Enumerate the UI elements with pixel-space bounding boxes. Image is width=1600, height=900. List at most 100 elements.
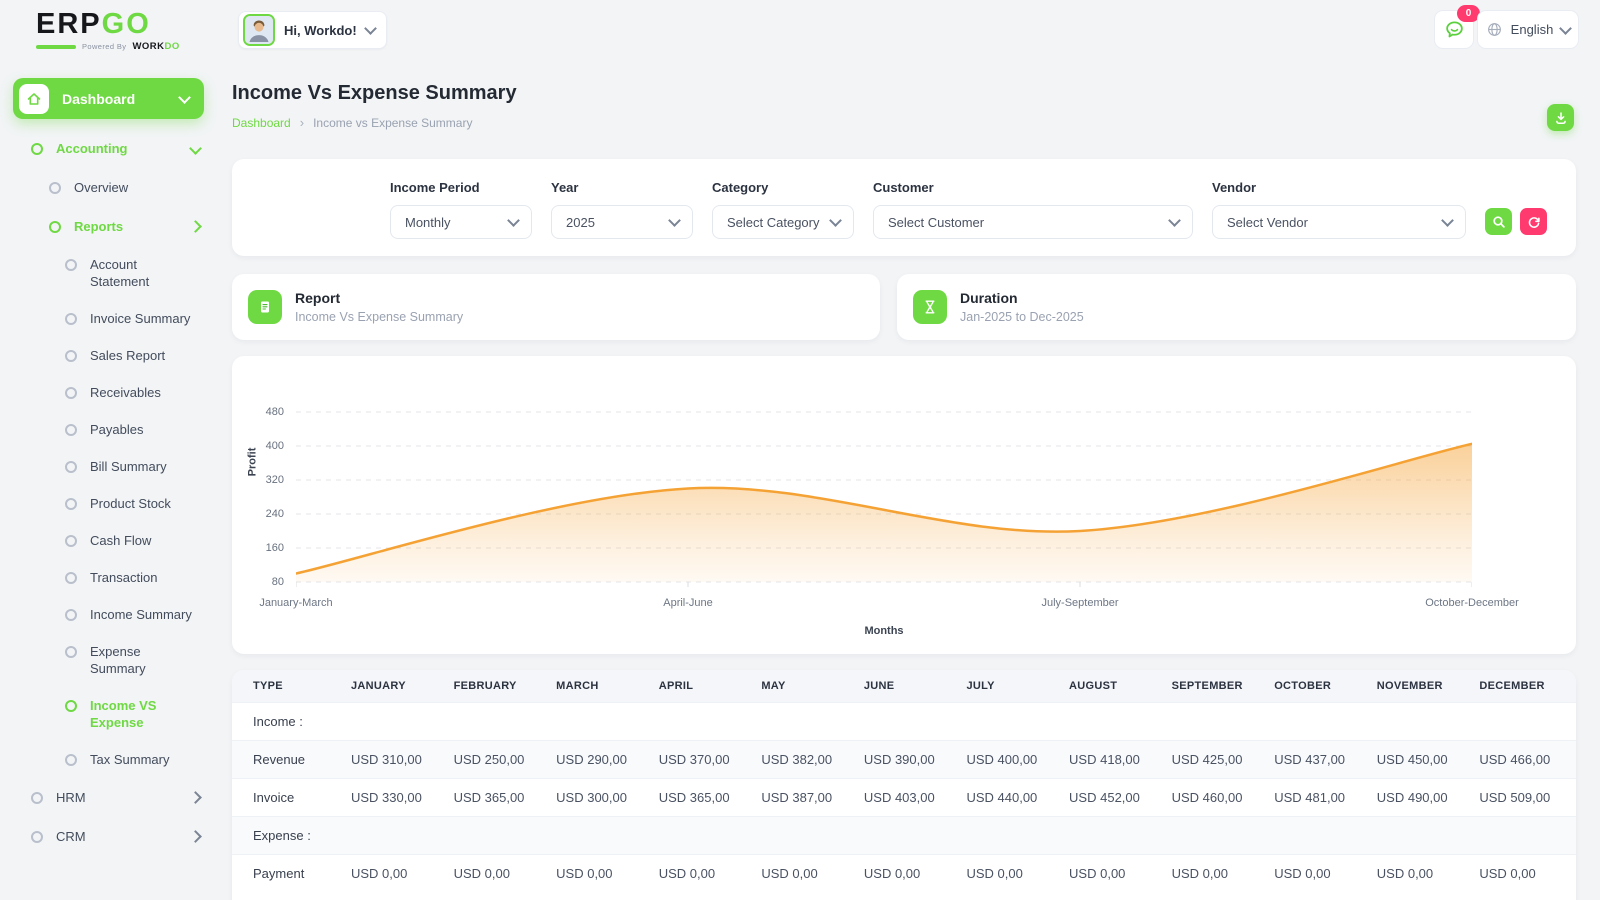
user-menu[interactable]: Hi, Workdo! — [238, 11, 387, 49]
value-cell — [345, 817, 448, 855]
sidebar-item-label: Cash Flow — [90, 532, 151, 549]
customer-select[interactable]: Select Customer — [873, 205, 1193, 239]
table-row-revenue: RevenueUSD 310,00USD 250,00USD 290,00USD… — [232, 741, 1576, 779]
sidebar-item-cash-flow[interactable]: Cash Flow — [0, 522, 220, 559]
sidebar-item-invoice-summary[interactable]: Invoice Summary — [0, 300, 220, 337]
value-cell: USD 403,00 — [858, 779, 961, 817]
bullet-icon — [49, 221, 61, 233]
select-value: Select Vendor — [1227, 215, 1308, 230]
filter-group-year: Year 2025 — [551, 180, 693, 239]
select-value: Monthly — [405, 215, 451, 230]
value-cell: USD 387,00 — [755, 779, 858, 817]
greeting-text: Hi, Workdo! — [284, 23, 357, 38]
workdo-wordmark: WORKDO — [132, 41, 179, 52]
sidebar-item-dashboard[interactable]: Dashboard — [13, 78, 204, 119]
filter-panel: Income Period Monthly Year 2025 Category Sele… — [232, 159, 1576, 256]
value-cell: USD 365,00 — [653, 779, 756, 817]
report-card-subtitle: Income Vs Expense Summary — [295, 310, 463, 324]
page-title: Income Vs Expense Summary — [232, 82, 1576, 105]
column-header-december: DECEMBER — [1473, 670, 1576, 703]
value-cell: USD 0,00 — [858, 855, 961, 893]
sidebar-item-sales-report[interactable]: Sales Report — [0, 337, 220, 374]
filter-label: Customer — [873, 180, 1193, 195]
select-value: 2025 — [566, 215, 595, 230]
year-select[interactable]: 2025 — [551, 205, 693, 239]
bullet-icon — [31, 143, 43, 155]
sidebar-item-label: Receivables — [90, 384, 161, 401]
breadcrumb-dashboard-link[interactable]: Dashboard — [232, 116, 291, 130]
y-axis-tick-label: 80 — [272, 576, 284, 588]
value-cell: USD 390,00 — [858, 741, 961, 779]
sidebar-item-tax-summary[interactable]: Tax Summary — [0, 741, 220, 778]
chevron-right-icon — [189, 830, 202, 843]
language-selector[interactable]: English — [1477, 10, 1579, 49]
value-cell: USD 481,00 — [1268, 779, 1371, 817]
filter-label: Year — [551, 180, 693, 195]
search-button[interactable] — [1485, 208, 1512, 235]
sidebar-item-crm[interactable]: CRM — [0, 817, 220, 856]
bullet-icon — [49, 182, 61, 194]
bullet-icon — [65, 424, 77, 436]
column-header-march: MARCH — [550, 670, 653, 703]
value-cell: USD 490,00 — [1371, 779, 1474, 817]
chevron-right-icon — [189, 220, 202, 233]
sidebar-item-transaction[interactable]: Transaction — [0, 559, 220, 596]
avatar — [243, 14, 275, 46]
report-card-title: Report — [295, 290, 463, 306]
x-axis-tick-label: July-September — [1041, 597, 1118, 609]
messages-button[interactable]: 0 — [1434, 10, 1474, 49]
sidebar-item-account-statement[interactable]: Account Statement — [0, 246, 220, 300]
filter-label: Income Period — [390, 180, 532, 195]
column-header-july: JULY — [960, 670, 1063, 703]
x-axis-labels: January-MarchApril-JuneJuly-SeptemberOct… — [296, 597, 1472, 611]
y-axis-title: Profit — [246, 448, 258, 477]
value-cell: USD 0,00 — [960, 855, 1063, 893]
income-period-select[interactable]: Monthly — [390, 205, 532, 239]
duration-card: Duration Jan-2025 to Dec-2025 — [897, 274, 1576, 340]
value-cell — [448, 703, 551, 741]
sidebar-item-income-summary[interactable]: Income Summary — [0, 596, 220, 633]
category-select[interactable]: Select Category — [712, 205, 854, 239]
filter-label: Category — [712, 180, 854, 195]
column-header-june: JUNE — [858, 670, 961, 703]
value-cell: USD 0,00 — [550, 855, 653, 893]
sidebar-item-accounting[interactable]: Accounting — [0, 129, 220, 168]
filter-group-category: Category Select Category — [712, 180, 854, 239]
column-header-august: AUGUST — [1063, 670, 1166, 703]
vendor-select[interactable]: Select Vendor — [1212, 205, 1466, 239]
row-type-cell: Invoice — [232, 779, 345, 817]
sidebar-item-label: Dashboard — [62, 91, 167, 107]
reset-button[interactable] — [1520, 208, 1547, 235]
value-cell — [1166, 703, 1269, 741]
chart-plot-area: Profit 80160240320400480 — [296, 356, 1472, 592]
value-cell: USD 300,00 — [550, 779, 653, 817]
value-cell: USD 437,00 — [1268, 741, 1371, 779]
sidebar-item-receivables[interactable]: Receivables — [0, 374, 220, 411]
sidebar-item-product-stock[interactable]: Product Stock — [0, 485, 220, 522]
value-cell: USD 509,00 — [1473, 779, 1576, 817]
chevron-down-icon — [1559, 22, 1572, 35]
sidebar-item-label: HRM — [56, 789, 86, 806]
x-axis-tick-label: January-March — [259, 597, 332, 609]
filter-label: Vendor — [1212, 180, 1466, 195]
brand-erp: ERP — [36, 8, 102, 40]
sidebar-item-payables[interactable]: Payables — [0, 411, 220, 448]
row-type-cell: Expense : — [232, 817, 345, 855]
bullet-icon — [65, 313, 77, 325]
sidebar-item-bill-summary[interactable]: Bill Summary — [0, 448, 220, 485]
column-header-april: APRIL — [653, 670, 756, 703]
sidebar-item-hrm[interactable]: HRM — [0, 778, 220, 817]
x-axis-tick-label: October-December — [1425, 597, 1519, 609]
sidebar-item-expense-summary[interactable]: Expense Summary — [0, 633, 220, 687]
value-cell — [755, 703, 858, 741]
sidebar-item-label: CRM — [56, 828, 86, 845]
sidebar-nav: AccountingOverviewReportsAccount Stateme… — [0, 129, 220, 856]
sidebar-item-overview[interactable]: Overview — [0, 168, 220, 207]
sidebar-item-income-vs-expense[interactable]: Income VS Expense — [0, 687, 220, 741]
sidebar-item-label: Product Stock — [90, 495, 171, 512]
value-cell — [1473, 703, 1576, 741]
value-cell: USD 0,00 — [1063, 855, 1166, 893]
sidebar-item-reports[interactable]: Reports — [0, 207, 220, 246]
value-cell: USD 310,00 — [345, 741, 448, 779]
download-button[interactable] — [1547, 104, 1574, 131]
